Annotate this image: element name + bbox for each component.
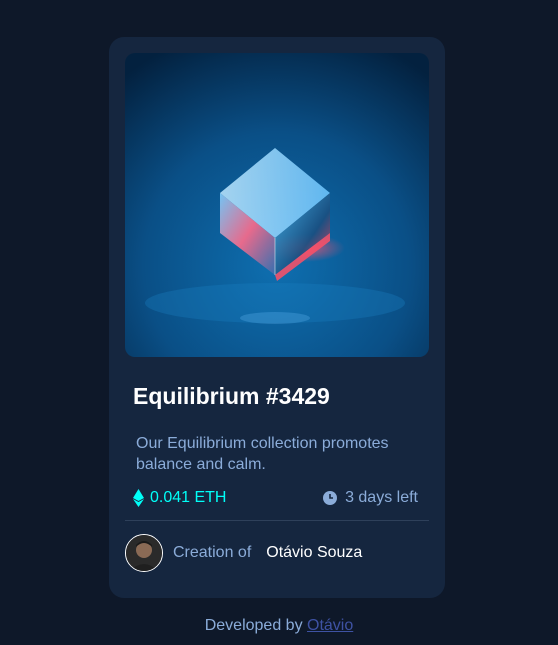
nft-meta: 0.041 ETH 3 days left	[133, 489, 418, 507]
nft-description: Our Equilibrium collection promotes bala…	[136, 435, 389, 473]
nft-image[interactable]	[125, 53, 429, 357]
creator-prefix: Creation of	[173, 544, 252, 561]
nft-title[interactable]: Equilibrium #3429	[133, 383, 330, 410]
nft-card: Equilibrium #3429 Our Equilibrium collec…	[109, 37, 445, 598]
price-value: 0.041 ETH	[150, 489, 227, 506]
price: 0.041 ETH	[133, 489, 226, 507]
divider	[125, 520, 429, 521]
footer-prefix: Developed by	[204, 617, 303, 634]
footer-link[interactable]: Otávio	[307, 617, 353, 634]
time-left-value: 3 days left	[345, 489, 418, 506]
avatar-image	[126, 535, 162, 571]
avatar	[125, 534, 163, 572]
creator-name-link[interactable]: Otávio Souza	[266, 544, 362, 562]
creator: Creation of Otávio Souza	[125, 534, 362, 572]
clock-icon	[323, 491, 338, 505]
footer: Developed by Otávio	[0, 617, 558, 635]
equilibrium-cube-image	[125, 53, 429, 357]
time-left: 3 days left	[323, 489, 418, 507]
ethereum-icon	[133, 489, 144, 507]
